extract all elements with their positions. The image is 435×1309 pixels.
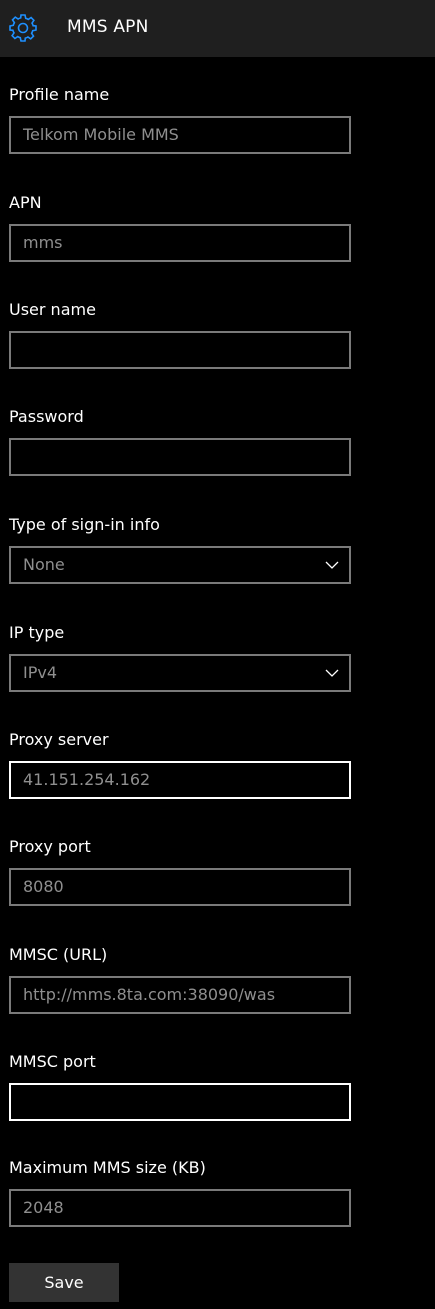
chevron-down-icon xyxy=(325,561,339,569)
proxy-port-input[interactable]: 8080 xyxy=(9,868,351,906)
password-input[interactable] xyxy=(9,438,351,476)
apn-input[interactable]: mms xyxy=(9,224,351,262)
gear-icon xyxy=(9,14,37,42)
user-name-label: User name xyxy=(9,300,96,319)
title-bar: MMS APN xyxy=(0,0,435,57)
profile-name-label: Profile name xyxy=(9,85,110,104)
ip-type-label: IP type xyxy=(9,623,65,642)
mmsc-port-input[interactable] xyxy=(9,1083,351,1121)
apn-label: APN xyxy=(9,193,42,212)
proxy-server-input[interactable]: 41.151.254.162 xyxy=(9,761,351,799)
sign-in-type-value: None xyxy=(23,555,65,574)
max-mms-size-label: Maximum MMS size (KB) xyxy=(9,1158,206,1177)
save-button[interactable]: Save xyxy=(9,1263,119,1302)
sign-in-type-label: Type of sign-in info xyxy=(9,515,160,534)
mmsc-port-label: MMSC port xyxy=(9,1052,96,1071)
profile-name-input[interactable]: Telkom Mobile MMS xyxy=(9,116,351,154)
ip-type-select[interactable]: IPv4 xyxy=(9,654,351,692)
proxy-server-label: Proxy server xyxy=(9,730,109,749)
chevron-down-icon xyxy=(325,669,339,677)
max-mms-size-input[interactable]: 2048 xyxy=(9,1189,351,1227)
password-label: Password xyxy=(9,407,84,426)
user-name-input[interactable] xyxy=(9,331,351,369)
mmsc-url-label: MMSC (URL) xyxy=(9,945,108,964)
page-title: MMS APN xyxy=(67,17,149,37)
mmsc-url-input[interactable]: http://mms.8ta.com:38090/was xyxy=(9,976,351,1014)
ip-type-value: IPv4 xyxy=(23,663,58,682)
proxy-port-label: Proxy port xyxy=(9,837,91,856)
sign-in-type-select[interactable]: None xyxy=(9,546,351,584)
